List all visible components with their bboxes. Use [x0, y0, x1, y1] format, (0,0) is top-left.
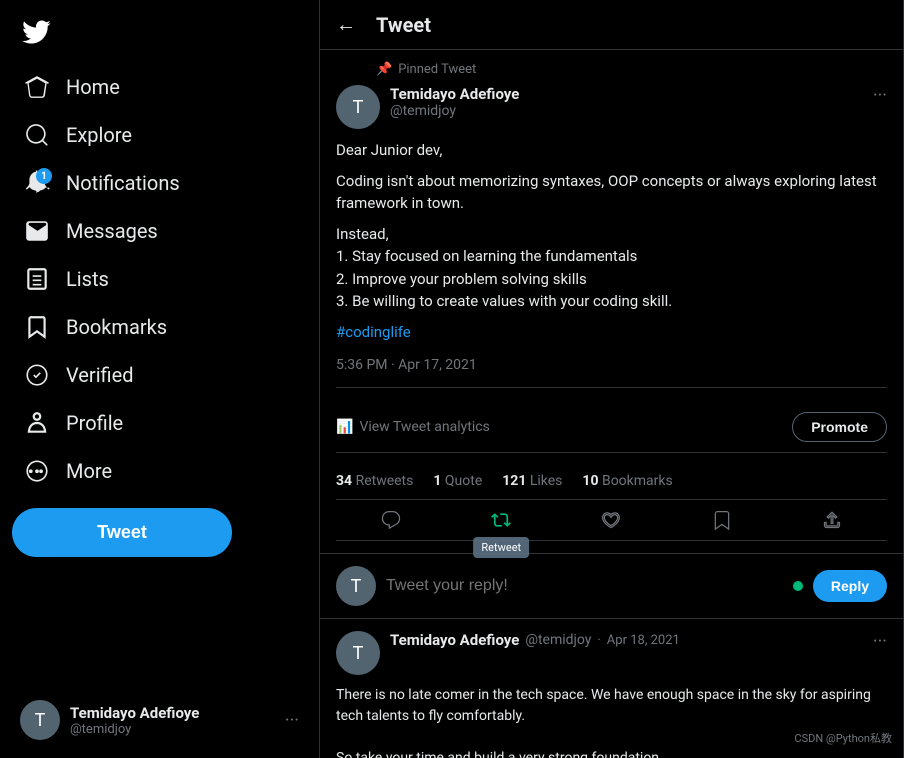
- retweet-count: 34 Retweets: [336, 473, 413, 489]
- reply-author-handle[interactable]: @temidjoy: [525, 632, 591, 648]
- tweet-timestamp: 5:36 PM · Apr 17, 2021: [336, 357, 887, 388]
- reply-input-row: T Reply: [320, 554, 903, 619]
- home-icon: [24, 74, 50, 100]
- sidebar-item-profile[interactable]: Profile: [12, 400, 135, 446]
- watermark: CSDN @Python私教: [794, 730, 892, 746]
- tweet-user-row: T Temidayo Adefioye @temidjoy ···: [336, 85, 887, 129]
- sidebar-item-messages-label: Messages: [66, 219, 158, 243]
- search-icon: [24, 122, 50, 148]
- pin-icon: 📌: [376, 62, 392, 77]
- ellipsis-circle-icon: [24, 458, 50, 484]
- tweet-hashtag[interactable]: #codinglife: [336, 323, 411, 341]
- main-content: ← Tweet 📌 Pinned Tweet T Temidayo Adefio…: [320, 0, 904, 758]
- page-title: Tweet: [376, 13, 431, 37]
- main-tweet-card: 📌 Pinned Tweet T Temidayo Adefioye @temi…: [320, 50, 903, 554]
- sidebar-item-more[interactable]: More: [12, 448, 124, 494]
- sidebar-item-more-label: More: [66, 459, 112, 483]
- tweet-line-3: Instead, 1. Stay focused on learning the…: [336, 223, 887, 313]
- sidebar: Home Explore 1 Notifications: [0, 0, 320, 758]
- tweet-stats: 34 Retweets 1 Quote 121 Likes 10 Bookmar…: [336, 463, 887, 500]
- sidebar-nav: Home Explore 1 Notifications: [12, 64, 307, 496]
- reply-avatar: T: [336, 566, 376, 606]
- likes-count: 121 Likes: [502, 473, 562, 489]
- sidebar-item-lists-label: Lists: [66, 267, 109, 291]
- tweet-author-handle[interactable]: @temidjoy: [390, 103, 863, 119]
- twitter-logo[interactable]: [12, 8, 60, 56]
- tweet-analytics-row: 📊 View Tweet analytics Promote: [336, 402, 887, 453]
- tweet-button[interactable]: Tweet: [12, 508, 232, 557]
- sidebar-item-verified[interactable]: Verified: [12, 352, 146, 398]
- bell-icon: 1: [24, 170, 50, 196]
- footer-user-name: Temidayo Adefioye: [70, 704, 275, 722]
- tweet-content: Dear Junior dev, Coding isn't about memo…: [336, 139, 887, 343]
- reply-date: Apr 18, 2021: [607, 633, 680, 648]
- tweet-line-2: Coding isn't about memorizing syntaxes, …: [336, 170, 887, 215]
- bar-chart-icon: 📊: [336, 419, 353, 435]
- reply-options-button[interactable]: ···: [873, 631, 887, 652]
- pinned-label: 📌 Pinned Tweet: [376, 62, 887, 77]
- sidebar-item-notifications[interactable]: 1 Notifications: [12, 160, 192, 206]
- reply-author-avatar[interactable]: T: [336, 631, 380, 675]
- retweet-button[interactable]: Retweet: [491, 510, 511, 530]
- sidebar-item-explore-label: Explore: [66, 123, 132, 147]
- reply-tweet-content: There is no late comer in the tech space…: [336, 685, 887, 758]
- analytics-label: View Tweet analytics: [359, 419, 489, 435]
- sidebar-item-bookmarks[interactable]: Bookmarks: [12, 304, 179, 350]
- back-button[interactable]: ←: [336, 12, 356, 37]
- sidebar-user-profile[interactable]: T Temidayo Adefioye @temidjoy ···: [12, 690, 307, 750]
- like-button[interactable]: [601, 510, 621, 530]
- sidebar-item-home[interactable]: Home: [12, 64, 132, 110]
- tweet-options-button[interactable]: ···: [873, 85, 887, 106]
- tweet-user-info: Temidayo Adefioye @temidjoy: [390, 85, 863, 119]
- comment-button[interactable]: [381, 510, 401, 530]
- bookmark-icon: [24, 314, 50, 340]
- reply-user-row: T Temidayo Adefioye @temidjoy · Apr 18, …: [336, 631, 887, 675]
- tweet-action-bar: Retweet: [336, 500, 887, 541]
- envelope-icon: [24, 218, 50, 244]
- bookmarks-count: 10 Bookmarks: [582, 473, 672, 489]
- retweet-tooltip: Retweet: [473, 537, 529, 558]
- bookmark-action-button[interactable]: [712, 510, 732, 530]
- tweet-author-name[interactable]: Temidayo Adefioye: [390, 85, 863, 103]
- pinned-text: Pinned Tweet: [398, 62, 476, 77]
- reply-input[interactable]: [386, 577, 783, 595]
- reply-author-name[interactable]: Temidayo Adefioye: [390, 631, 519, 649]
- footer-user-handle: @temidjoy: [70, 722, 275, 737]
- analytics-left[interactable]: 📊 View Tweet analytics: [336, 419, 490, 435]
- reply-button[interactable]: Reply: [813, 570, 887, 602]
- reply-user-info: Temidayo Adefioye @temidjoy · Apr 18, 20…: [390, 631, 863, 649]
- tweet-header: ← Tweet: [320, 0, 903, 50]
- status-dot: [793, 581, 803, 591]
- verified-icon: [24, 362, 50, 388]
- footer-user-info: Temidayo Adefioye @temidjoy: [70, 704, 275, 737]
- notification-badge: 1: [36, 168, 52, 184]
- sidebar-item-verified-label: Verified: [66, 363, 134, 387]
- list-icon: [24, 266, 50, 292]
- avatar: T: [20, 700, 60, 740]
- sidebar-item-profile-label: Profile: [66, 411, 123, 435]
- person-icon: [24, 410, 50, 436]
- tweet-author-avatar[interactable]: T: [336, 85, 380, 129]
- quote-count: 1 Quote: [433, 473, 482, 489]
- sidebar-item-notifications-label: Notifications: [66, 171, 180, 195]
- sidebar-item-home-label: Home: [66, 75, 120, 99]
- sidebar-item-lists[interactable]: Lists: [12, 256, 121, 302]
- more-options-icon: ···: [285, 710, 299, 731]
- sidebar-item-explore[interactable]: Explore: [12, 112, 144, 158]
- share-button[interactable]: [822, 510, 842, 530]
- sidebar-item-bookmarks-label: Bookmarks: [66, 315, 167, 339]
- sidebar-item-messages[interactable]: Messages: [12, 208, 170, 254]
- promote-button[interactable]: Promote: [792, 412, 887, 442]
- tweet-line-1: Dear Junior dev,: [336, 139, 887, 162]
